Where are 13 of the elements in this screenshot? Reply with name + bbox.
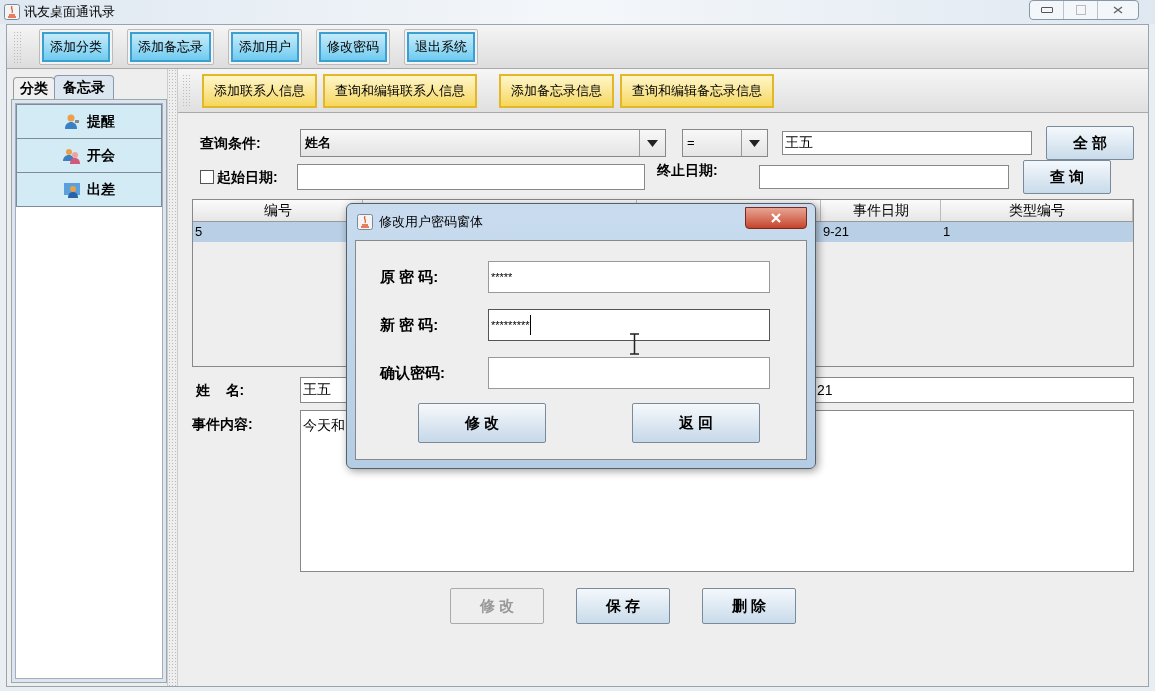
- start-date-label: 起始日期:: [217, 167, 279, 187]
- query-label: 查询条件:: [199, 133, 262, 153]
- table-cell-text: 9-21: [822, 223, 851, 242]
- content-label: 事件内容:: [192, 415, 254, 434]
- field-label: 确认密码:: [380, 362, 446, 383]
- dialog-title: 修改用户密码窗体: [379, 213, 483, 232]
- end-date-label: 终止日期:: [657, 160, 719, 180]
- field-label: 原 密 码:: [380, 266, 440, 287]
- table-cell-text: 5: [194, 223, 204, 242]
- window-title: 讯友桌面通讯录: [24, 3, 115, 22]
- field-label: 新 密 码:: [380, 314, 440, 335]
- table-cell-text: 1: [942, 223, 952, 242]
- name-label: 姓 名:: [195, 380, 246, 400]
